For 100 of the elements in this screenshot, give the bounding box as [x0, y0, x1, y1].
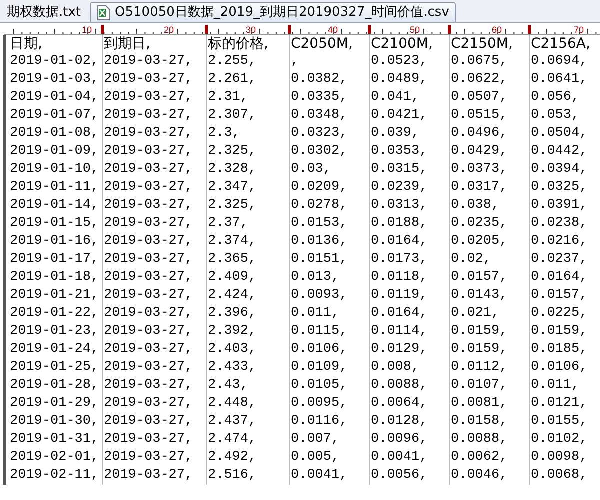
table-cell: 0.0429, [451, 144, 508, 159]
table-cell: 2019-03-27, [104, 270, 194, 285]
table-cell: 2.516, [208, 468, 257, 483]
table-cell: 0.0041, [291, 468, 348, 483]
table-cell: 0.0675, [451, 54, 508, 69]
table-cell: 2019-01-04, [10, 90, 100, 105]
ruler-number: 30 [246, 25, 256, 35]
table-cell: 2019-01-31, [10, 432, 100, 447]
table-cell: 2019-03-27, [104, 90, 194, 105]
table-cell: 2019-01-08, [10, 126, 100, 141]
table-cell: 0.0185, [531, 342, 588, 357]
table-cell: 2019-01-23, [10, 324, 100, 339]
table-cell: 0.011, [531, 378, 580, 393]
table-cell: 0.021, [451, 306, 500, 321]
table-cell: 0.0081, [451, 396, 508, 411]
table-cell: 0.013, [291, 270, 340, 285]
table-cell: 0.0143, [451, 288, 508, 303]
table-cell: 0.0064, [371, 396, 428, 411]
table-cell: 2019-01-21, [10, 288, 100, 303]
table-cell: 0.0102, [531, 432, 588, 447]
table-cell: 0.0056, [371, 468, 428, 483]
table-cell: 0.0121, [531, 396, 588, 411]
table-cell: 0.0173, [371, 252, 428, 267]
column-header: C2150M, [451, 36, 513, 52]
table-cell: 0.0394, [531, 162, 588, 177]
table-cell: 0.0046, [451, 468, 508, 483]
table-cell: 2.424, [208, 288, 257, 303]
table-cell: 2019-02-11, [10, 468, 100, 483]
table-cell: 0.0164, [371, 234, 428, 249]
table-cell: 0.0098, [531, 450, 588, 465]
table-cell: 2019-01-30, [10, 414, 100, 429]
table-cell: 2019-01-10, [10, 162, 100, 177]
table-cell: 0.0348, [291, 108, 348, 123]
table-cell: 2.325, [208, 144, 257, 159]
table-cell: 2.307, [208, 108, 257, 123]
table-cell: 0.0504, [531, 126, 588, 141]
table-cell: , [291, 54, 300, 69]
table-cell: 0.038, [451, 198, 500, 213]
table-cell: 2019-01-11, [10, 180, 100, 195]
table-cell: 0.0373, [451, 162, 508, 177]
table-cell: 2.392, [208, 324, 257, 339]
table-cell: 0.0107, [451, 378, 508, 393]
table-cell: 0.007, [291, 432, 340, 447]
table-cell: 2.31, [208, 90, 249, 105]
table-cell: 2019-03-27, [104, 126, 194, 141]
table-cell: 0.02, [451, 252, 492, 267]
table-cell: 2019-03-27, [104, 414, 194, 429]
table-cell: 2019-02-01, [10, 450, 100, 465]
table-cell: 0.0068, [531, 468, 588, 483]
table-cell: 0.0313, [371, 198, 428, 213]
table-cell: 0.0694, [531, 54, 588, 69]
file-tab[interactable]: 期权数据.txt [0, 2, 88, 22]
table-cell: 0.0062, [451, 450, 508, 465]
table-cell: 0.0157, [451, 270, 508, 285]
table-cell: 2019-01-22, [10, 306, 100, 321]
table-cell: 2.37, [208, 216, 249, 231]
column-header: 标的价格, [208, 36, 268, 52]
table-cell: 0.0105, [291, 378, 348, 393]
table-cell: 0.0106, [291, 342, 348, 357]
table-cell: 0.0622, [451, 72, 508, 87]
table-cell: 2019-03-27, [104, 342, 194, 357]
table-cell: 0.005, [291, 450, 340, 465]
table-cell: 0.0128, [371, 414, 428, 429]
table-cell: 2019-01-25, [10, 360, 100, 375]
table-cell: 2.474, [208, 432, 257, 447]
table-cell: 0.0302, [291, 144, 348, 159]
table-cell: 0.0129, [371, 342, 428, 357]
table-cell: 2019-01-29, [10, 396, 100, 411]
table-cell: 0.0335, [291, 90, 348, 105]
table-cell: 2019-01-24, [10, 342, 100, 357]
table-cell: 0.0106, [531, 360, 588, 375]
table-cell: 0.0515, [451, 108, 508, 123]
table-cell: 0.0088, [371, 378, 428, 393]
table-cell: 2.365, [208, 252, 257, 267]
table-cell: 2.448, [208, 396, 257, 411]
table-cell: 2.3, [208, 126, 240, 141]
table-cell: 2019-01-03, [10, 72, 100, 87]
table-cell: 0.0095, [291, 396, 348, 411]
table-cell: 0.0442, [531, 144, 588, 159]
table-cell: 2.409, [208, 270, 257, 285]
table-cell: 2019-01-14, [10, 198, 100, 213]
table-cell: 2019-01-07, [10, 108, 100, 123]
table-cell: 0.041, [371, 90, 420, 105]
table-cell: 2.328, [208, 162, 257, 177]
table-cell: 0.0114, [371, 324, 428, 339]
table-cell: 2019-01-28, [10, 378, 100, 393]
ruler-number: 10 [82, 25, 92, 35]
column-header: 日期, [10, 36, 42, 52]
table-cell: 2.433, [208, 360, 257, 375]
ruler-number: 50 [410, 25, 420, 35]
table-cell: 2019-03-27, [104, 252, 194, 267]
table-cell: 0.0088, [451, 432, 508, 447]
file-tab[interactable]: O510050日数据_2019_到期日20190327_时间价值.csv [90, 2, 456, 22]
ruler-number: 40 [328, 25, 338, 35]
table-cell: 2019-03-27, [104, 144, 194, 159]
table-cell: 0.0238, [531, 216, 588, 231]
ruler-number: 70 [574, 25, 584, 35]
table-cell: 0.0188, [371, 216, 428, 231]
table-cell: 2019-03-27, [104, 396, 194, 411]
table-cell: 0.0325, [531, 180, 588, 195]
